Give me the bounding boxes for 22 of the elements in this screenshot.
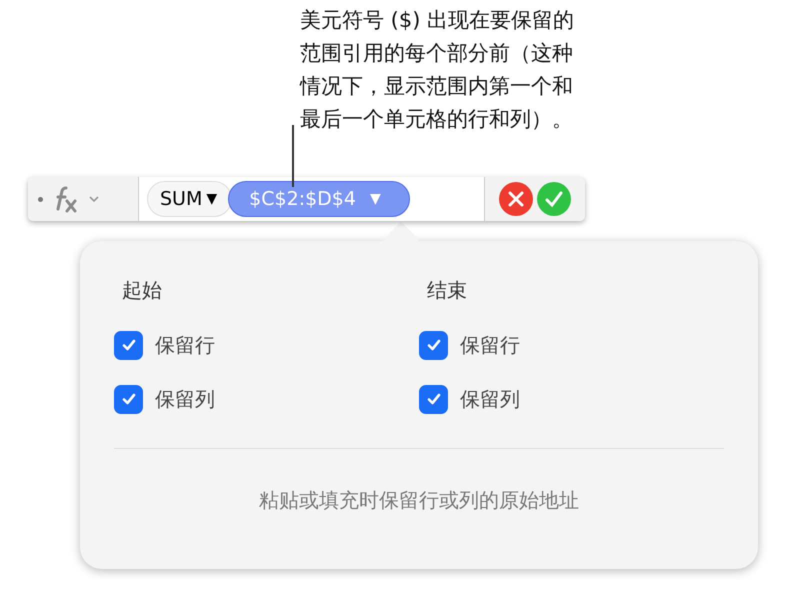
dot-icon [38,196,43,202]
checkmark-icon [120,391,136,407]
accept-icon[interactable] [537,182,571,216]
checkmark-icon [426,337,442,353]
function-token[interactable]: SUM ▼ [147,181,232,217]
checkbox[interactable] [114,330,143,360]
leader-line [292,125,294,187]
checkmark-icon [426,391,442,407]
callout-text: 美元符号 ($) 出现在要保留的 范围引用的每个部分前（这种 情况下，显示范围内第一个和 最后一个单元格的行和列）。 [300,7,574,133]
checkmark-icon [120,337,136,353]
checkbox[interactable] [114,384,143,414]
section-title: 结束 [426,277,467,304]
footer-note: 粘贴或填充时保留行或列的原始地址 [258,487,580,514]
checkbox-label[interactable]: 保留列 [155,386,215,412]
checkbox-label[interactable]: 保留行 [155,332,215,358]
checkbox-label[interactable]: 保留列 [460,386,520,412]
checkbox-label[interactable]: 保留行 [460,332,520,358]
cancel-icon[interactable] [499,182,533,216]
checkbox[interactable] [419,384,448,414]
chevron-icon[interactable] [89,196,99,202]
checkbox[interactable] [419,330,448,360]
section-title: 起始 [121,277,162,304]
